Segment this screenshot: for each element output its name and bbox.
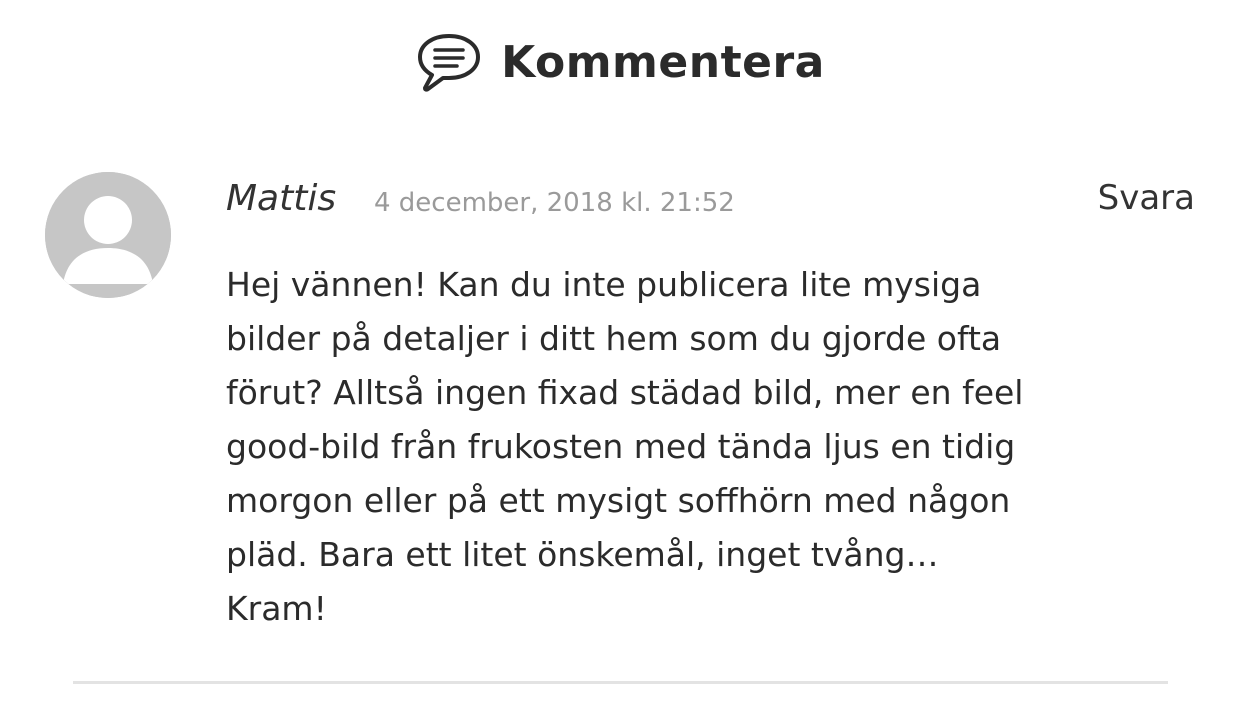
divider — [73, 681, 1168, 684]
user-avatar-icon — [45, 172, 171, 298]
reply-button[interactable]: Svara — [1098, 178, 1195, 218]
comment-text: Hej vännen! Kan du inte publicera lite m… — [226, 258, 1066, 636]
comment-body-text: Hej vännen! Kan du inte publicera lite m… — [226, 265, 1024, 628]
speech-bubble-icon — [417, 30, 481, 94]
comment-date[interactable]: 4 december, 2018 kl. 21:52 — [374, 188, 735, 218]
comments-header: Kommentera — [0, 30, 1242, 94]
comment-author[interactable]: Mattis — [226, 178, 336, 219]
page-title: Kommentera — [501, 36, 825, 88]
